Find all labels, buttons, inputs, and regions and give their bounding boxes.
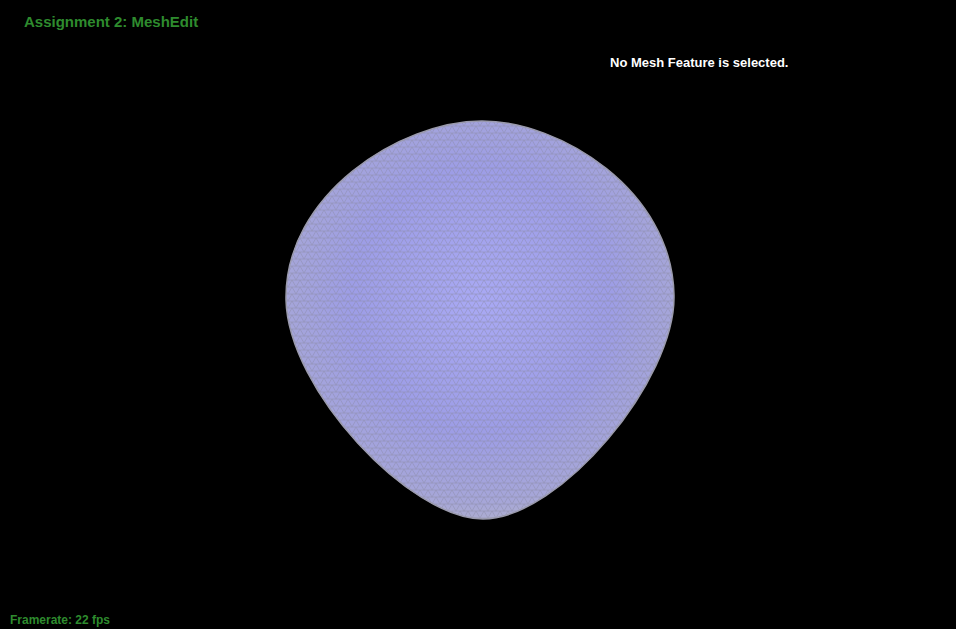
app-title: Assignment 2: MeshEdit bbox=[24, 12, 198, 32]
viewport[interactable]: Assignment 2: MeshEdit No Mesh Feature i… bbox=[0, 0, 956, 629]
framerate-label: Framerate: 22 fps bbox=[10, 612, 110, 628]
mesh-render[interactable] bbox=[0, 0, 956, 629]
selection-status: No Mesh Feature is selected. bbox=[610, 53, 788, 73]
